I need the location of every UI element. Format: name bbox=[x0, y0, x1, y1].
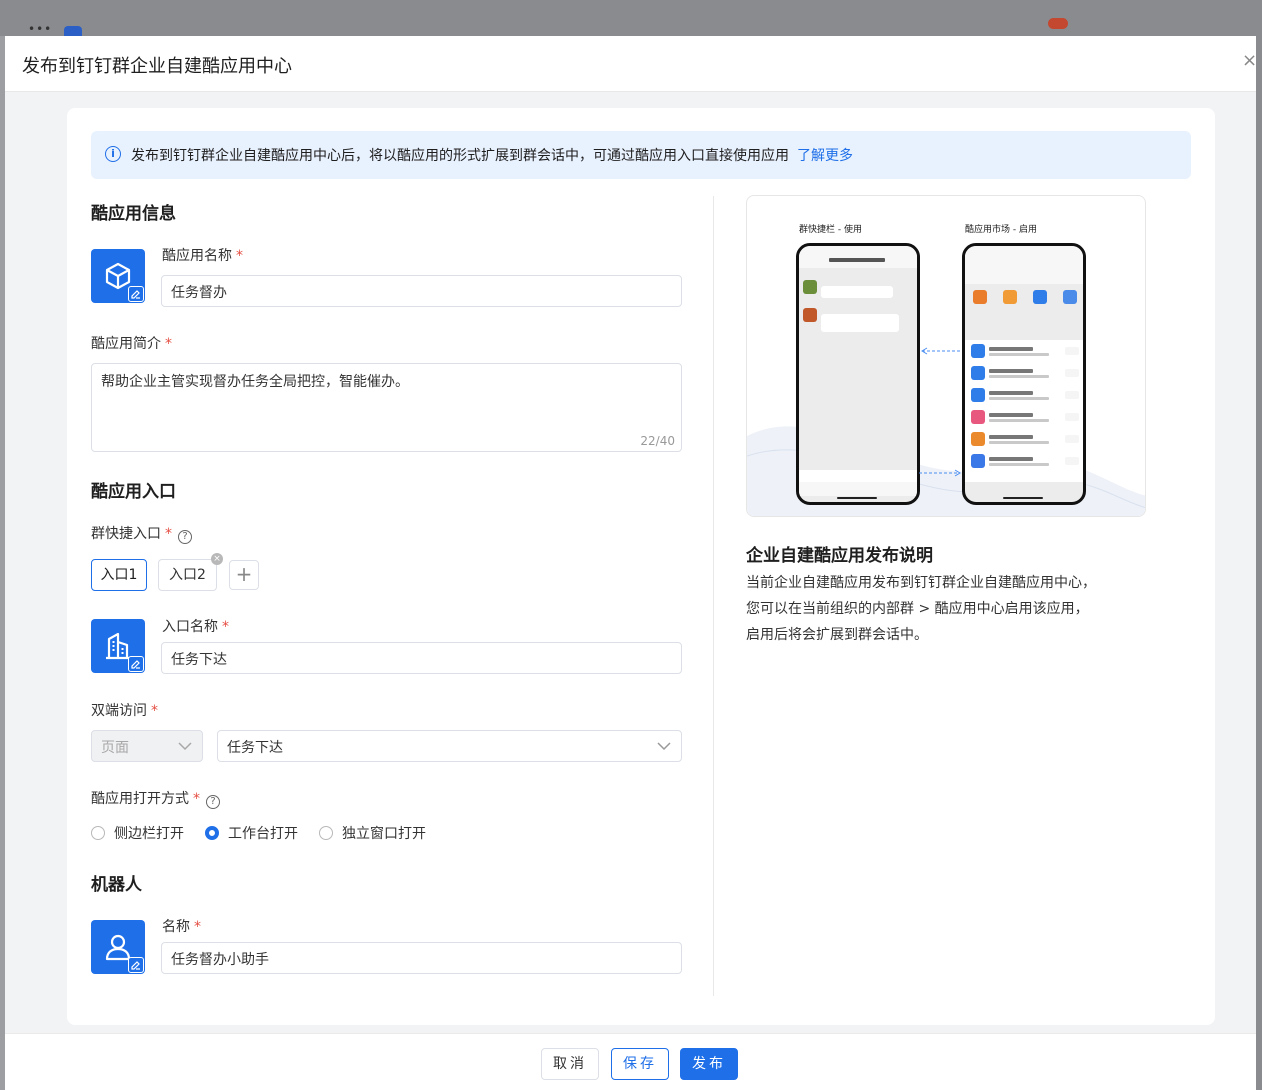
radio-window-open[interactable]: 独立窗口打开 bbox=[319, 823, 426, 843]
preview-left-caption: 群快捷栏 - 使用 bbox=[799, 225, 862, 235]
save-button[interactable]: 保存 bbox=[611, 1048, 669, 1080]
chevron-down-icon bbox=[178, 742, 192, 751]
radio-sidebar-open[interactable]: 侧边栏打开 bbox=[91, 823, 184, 843]
vertical-divider bbox=[713, 196, 714, 996]
background-right-edge bbox=[1256, 36, 1262, 1090]
preview-right-caption: 酷应用市场 - 启用 bbox=[965, 225, 1037, 235]
close-icon[interactable]: × bbox=[1242, 50, 1256, 71]
quick-entry-label: 群快捷入口 *? bbox=[91, 523, 192, 544]
entry-tab-2[interactable]: 入口2 × bbox=[158, 553, 223, 591]
background-badge bbox=[1048, 18, 1068, 29]
modal-header: 发布到钉钉群企业自建酷应用中心 × bbox=[5, 36, 1256, 92]
dual-access-label: 双端访问 * bbox=[91, 703, 158, 719]
notice-text: 发布到钉钉群企业自建酷应用中心后，将以酷应用的形式扩展到群会话中，可通过酷应用入… bbox=[131, 148, 789, 164]
preview-illustration: 群快捷栏 - 使用 酷应用市场 - 启用 bbox=[746, 195, 1146, 517]
description-line: 您可以在当前组织的内部群 > 酷应用中心启用该应用， bbox=[746, 601, 1089, 617]
robot-name-input[interactable]: 任务督办小助手 bbox=[161, 942, 682, 974]
required-mark: * bbox=[151, 703, 158, 719]
required-mark: * bbox=[193, 791, 200, 807]
publish-modal: 发布到钉钉群企业自建酷应用中心 × i 发布到钉钉群企业自建酷应用中心后，将以酷… bbox=[5, 36, 1256, 1090]
cancel-button[interactable]: 取消 bbox=[541, 1048, 599, 1080]
more-icon: ••• bbox=[28, 22, 53, 36]
description-line: 启用后将会扩展到群会话中。 bbox=[746, 627, 928, 643]
info-notice: i 发布到钉钉群企业自建酷应用中心后，将以酷应用的形式扩展到群会话中，可通过酷应… bbox=[91, 131, 1191, 179]
required-mark: * bbox=[194, 919, 201, 935]
description-title: 企业自建酷应用发布说明 bbox=[746, 546, 933, 566]
help-icon[interactable]: ? bbox=[178, 530, 192, 544]
robot-name-label: 名称 * bbox=[162, 919, 201, 935]
required-mark: * bbox=[222, 619, 229, 635]
publish-button[interactable]: 发布 bbox=[680, 1048, 738, 1080]
help-icon[interactable]: ? bbox=[206, 795, 220, 809]
form-card: i 发布到钉钉群企业自建酷应用中心后，将以酷应用的形式扩展到群会话中，可通过酷应… bbox=[67, 108, 1215, 1025]
entry-tab-1[interactable]: 入口1 bbox=[91, 559, 147, 591]
section-title-entry: 酷应用入口 bbox=[91, 482, 176, 502]
modal-title: 发布到钉钉群企业自建酷应用中心 bbox=[22, 56, 292, 77]
add-entry-button[interactable]: + bbox=[229, 560, 259, 590]
edit-icon[interactable] bbox=[128, 957, 144, 973]
entry-name-label: 入口名称 * bbox=[162, 619, 229, 635]
edit-icon[interactable] bbox=[128, 656, 144, 672]
chevron-down-icon bbox=[657, 742, 671, 751]
page-select[interactable]: 任务下达 bbox=[217, 730, 682, 762]
phone-market-mockup bbox=[962, 243, 1086, 505]
phone-chat-mockup bbox=[796, 243, 920, 505]
app-icon-upload[interactable] bbox=[91, 249, 145, 303]
page-type-select: 页面 bbox=[91, 730, 203, 762]
modal-footer: 取消 保存 发布 bbox=[5, 1033, 1256, 1090]
radio-workbench-open[interactable]: 工作台打开 bbox=[205, 823, 298, 843]
edit-icon[interactable] bbox=[128, 286, 144, 302]
info-icon: i bbox=[105, 146, 121, 162]
learn-more-link[interactable]: 了解更多 bbox=[797, 148, 853, 164]
description-line: 当前企业自建酷应用发布到钉钉群企业自建酷应用中心， bbox=[746, 575, 1096, 591]
required-mark: * bbox=[165, 526, 172, 542]
entry-icon-upload[interactable] bbox=[91, 619, 145, 673]
char-counter: 22/40 bbox=[640, 434, 675, 448]
remove-tab-icon[interactable]: × bbox=[211, 553, 223, 565]
robot-icon-upload[interactable] bbox=[91, 920, 145, 974]
required-mark: * bbox=[165, 336, 172, 352]
section-title-robot: 机器人 bbox=[91, 875, 142, 895]
app-intro-label: 酷应用简介 * bbox=[91, 336, 172, 352]
app-intro-textarea[interactable]: 帮助企业主管实现督办任务全局把控，智能催办。 22/40 bbox=[91, 363, 682, 452]
open-mode-label: 酷应用打开方式 *? bbox=[91, 788, 220, 809]
entry-name-input[interactable]: 任务下达 bbox=[161, 642, 682, 674]
app-name-label: 酷应用名称 * bbox=[162, 248, 243, 264]
app-name-input[interactable]: 任务督办 bbox=[161, 275, 682, 307]
section-title-app-info: 酷应用信息 bbox=[91, 204, 176, 224]
required-mark: * bbox=[236, 248, 243, 264]
background-app-header: ••• bbox=[0, 0, 1262, 44]
